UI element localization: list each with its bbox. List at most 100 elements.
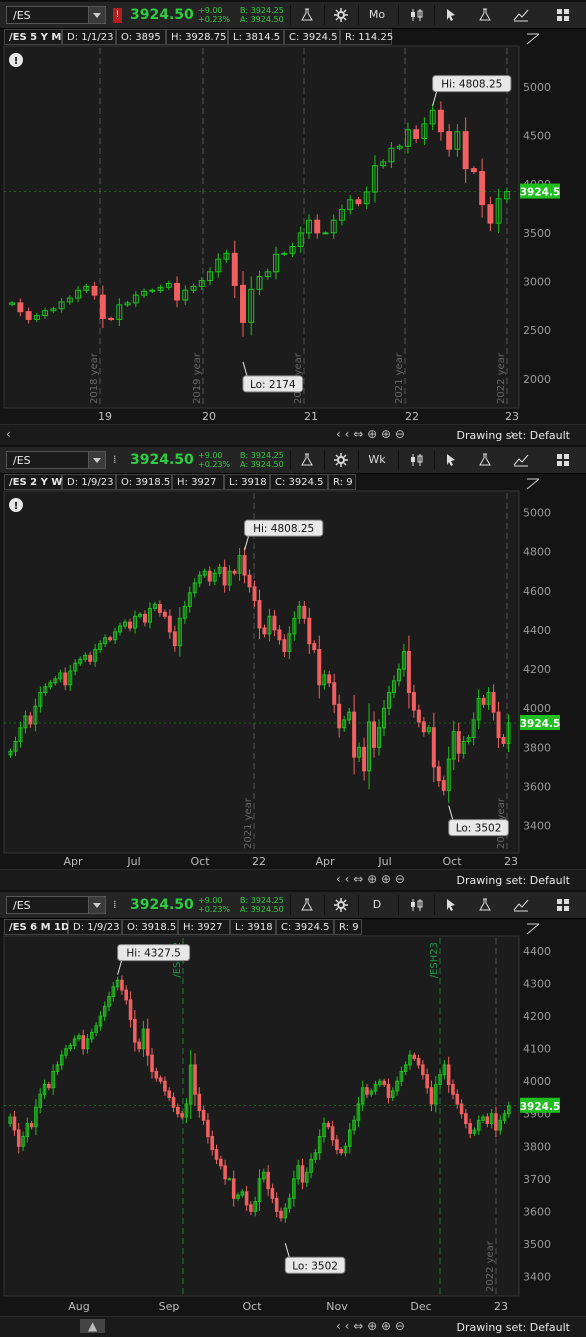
toolbar: /ES ! 3924.50 +9.00 +0.23% B: 3924.25 A: 3… <box>0 2 586 29</box>
x-tick-label: Oct <box>242 1300 262 1313</box>
settings-gear-icon[interactable] <box>326 450 356 470</box>
candle-down <box>167 1090 172 1098</box>
expand-icon <box>526 478 540 490</box>
symbol-input[interactable]: /ES <box>6 6 106 24</box>
chart-bottom-bar: ‹ › ‹ ‹ ⇔ ⊕ ⊕ ⊖ Drawing set: Default <box>0 424 586 445</box>
cursor-icon[interactable] <box>436 895 466 915</box>
flask-icon[interactable] <box>470 450 500 470</box>
price-chart[interactable]: 3400350036003700380039004000410042004300… <box>0 918 586 1316</box>
link-icon[interactable]: ⁞ <box>113 898 122 913</box>
studies-icon[interactable] <box>292 450 322 470</box>
candle-down <box>485 1116 490 1125</box>
chevron-down-icon[interactable] <box>88 897 105 913</box>
x-tick-label: 20 <box>202 410 216 423</box>
drawing-tools-icon[interactable] <box>506 895 536 915</box>
y-tick-label: 5000 <box>523 81 551 94</box>
flask-icon[interactable] <box>470 5 500 25</box>
y-tick-label: 3500 <box>523 227 551 240</box>
candle-down <box>425 1074 429 1089</box>
x-tick-label: Jul <box>126 855 140 868</box>
high-label: Hi: 4808.25 <box>441 79 502 91</box>
cursor-icon[interactable] <box>436 450 466 470</box>
alert-flag-icon[interactable]: ! <box>113 8 122 23</box>
zoom-icons[interactable]: ‹ ‹ ⇔ ⊕ ⊕ ⊖ <box>336 427 405 441</box>
bid-ask: B: 3924.25 A: 3924.50 <box>240 451 284 469</box>
candle-down <box>317 649 322 686</box>
link-icon[interactable]: ⁞ <box>113 453 122 468</box>
year-marker-label: /ESH23 <box>429 942 440 978</box>
drawing-tools-icon[interactable] <box>506 450 536 470</box>
plot-area <box>3 45 520 409</box>
flask-icon[interactable] <box>470 895 500 915</box>
candle-down <box>249 1204 253 1212</box>
candle-down <box>63 672 68 686</box>
candle-style-icon[interactable] <box>402 450 432 470</box>
candle-down <box>210 1136 214 1151</box>
candle-down <box>17 302 24 313</box>
last-price-tag-label: 3924.5 <box>520 718 561 730</box>
drawing-tools-icon[interactable] <box>506 5 536 25</box>
net-change: +9.00 +0.23% <box>198 6 231 24</box>
candle-down <box>372 721 377 748</box>
toolbar: /ES ⁞ 3924.50 +9.00 +0.23% B: 3924.25 A: 3… <box>0 447 586 474</box>
grid-layout-icon[interactable] <box>548 450 578 470</box>
y-tick-label: 4100 <box>523 1043 551 1056</box>
x-tick-label: 22 <box>405 410 419 423</box>
candle-down <box>12 1116 17 1131</box>
candle-down <box>494 1113 498 1131</box>
price-chart[interactable]: !20002500300035004000450050002018 year20… <box>0 28 586 424</box>
price-chart[interactable]: ! 3400 3600 3800 4000 4200 4400 4600 4800 5000 202… <box>0 473 586 869</box>
bid-ask: B: 3924.25 A: 3924.50 <box>240 6 284 24</box>
settings-gear-icon[interactable] <box>326 5 356 25</box>
drawing-set-label[interactable]: Drawing set: Default <box>457 874 570 887</box>
grid-layout-icon[interactable] <box>548 895 578 915</box>
aggregation-button[interactable]: Mo <box>362 5 392 25</box>
chart-panel-1: /ES ! 3924.50 +9.00 +0.23% B: 3924.25 A: 3… <box>0 2 586 445</box>
collapse-icon[interactable]: ▲ <box>80 1319 106 1333</box>
candle-down <box>142 613 147 623</box>
candle-down <box>421 721 426 733</box>
y-tick-label: 3800 <box>523 741 551 754</box>
aggregation-button[interactable]: Wk <box>362 450 392 470</box>
candle-down <box>167 615 172 633</box>
settings-gear-icon[interactable] <box>326 895 356 915</box>
candle-up <box>227 1178 232 1181</box>
cursor-icon[interactable] <box>436 5 466 25</box>
drawing-set-label[interactable]: Drawing set: Default <box>457 1321 570 1334</box>
chart-bottom-bar: ▲ ‹ ‹ ⇔ ⊕ ⊕ ⊖ Drawing set: Default <box>0 1316 586 1337</box>
chevron-down-icon[interactable] <box>88 7 105 23</box>
last-price: 3924.50 <box>130 452 194 468</box>
drawing-set-label[interactable]: Drawing set: Default <box>457 429 570 442</box>
symbol-input[interactable]: /ES <box>6 451 106 469</box>
zoom-icons[interactable]: ‹ ‹ ⇔ ⊕ ⊕ ⊖ <box>336 1319 405 1333</box>
candle-down <box>266 1171 270 1190</box>
x-tick-label: Apr <box>63 855 83 868</box>
candle-style-icon[interactable] <box>402 5 432 25</box>
zoom-icons[interactable]: ‹ ‹ ⇔ ⊕ ⊕ ⊖ <box>336 872 405 886</box>
y-tick-label: 3700 <box>523 1173 551 1186</box>
candle-down <box>431 727 436 768</box>
net-change: +9.00 +0.23% <box>198 896 231 914</box>
candle-up <box>281 252 288 255</box>
year-marker-label: 2019 year <box>192 352 203 404</box>
symbol-input[interactable]: /ES <box>6 896 106 914</box>
candle-down <box>462 131 469 170</box>
candle-down <box>429 1087 434 1105</box>
studies-icon[interactable] <box>292 5 322 25</box>
candle-down <box>81 1035 86 1050</box>
grid-layout-icon[interactable] <box>548 5 578 25</box>
studies-icon[interactable] <box>292 895 322 915</box>
high-label: Hi: 4327.5 <box>126 948 180 960</box>
candle-down <box>137 1041 141 1050</box>
y-tick-label: 4000 <box>523 702 551 715</box>
candle-down <box>197 1093 202 1111</box>
chevron-down-icon[interactable] <box>88 452 105 468</box>
scroll-left-icon[interactable]: ‹ <box>6 427 11 441</box>
y-tick-label: 4800 <box>523 546 551 559</box>
candle-style-icon[interactable] <box>402 895 432 915</box>
candle-down <box>270 1188 275 1199</box>
candle-down <box>352 711 357 758</box>
candle-down <box>416 1057 421 1066</box>
candle-down <box>459 1103 464 1115</box>
aggregation-button[interactable]: D <box>362 895 392 915</box>
